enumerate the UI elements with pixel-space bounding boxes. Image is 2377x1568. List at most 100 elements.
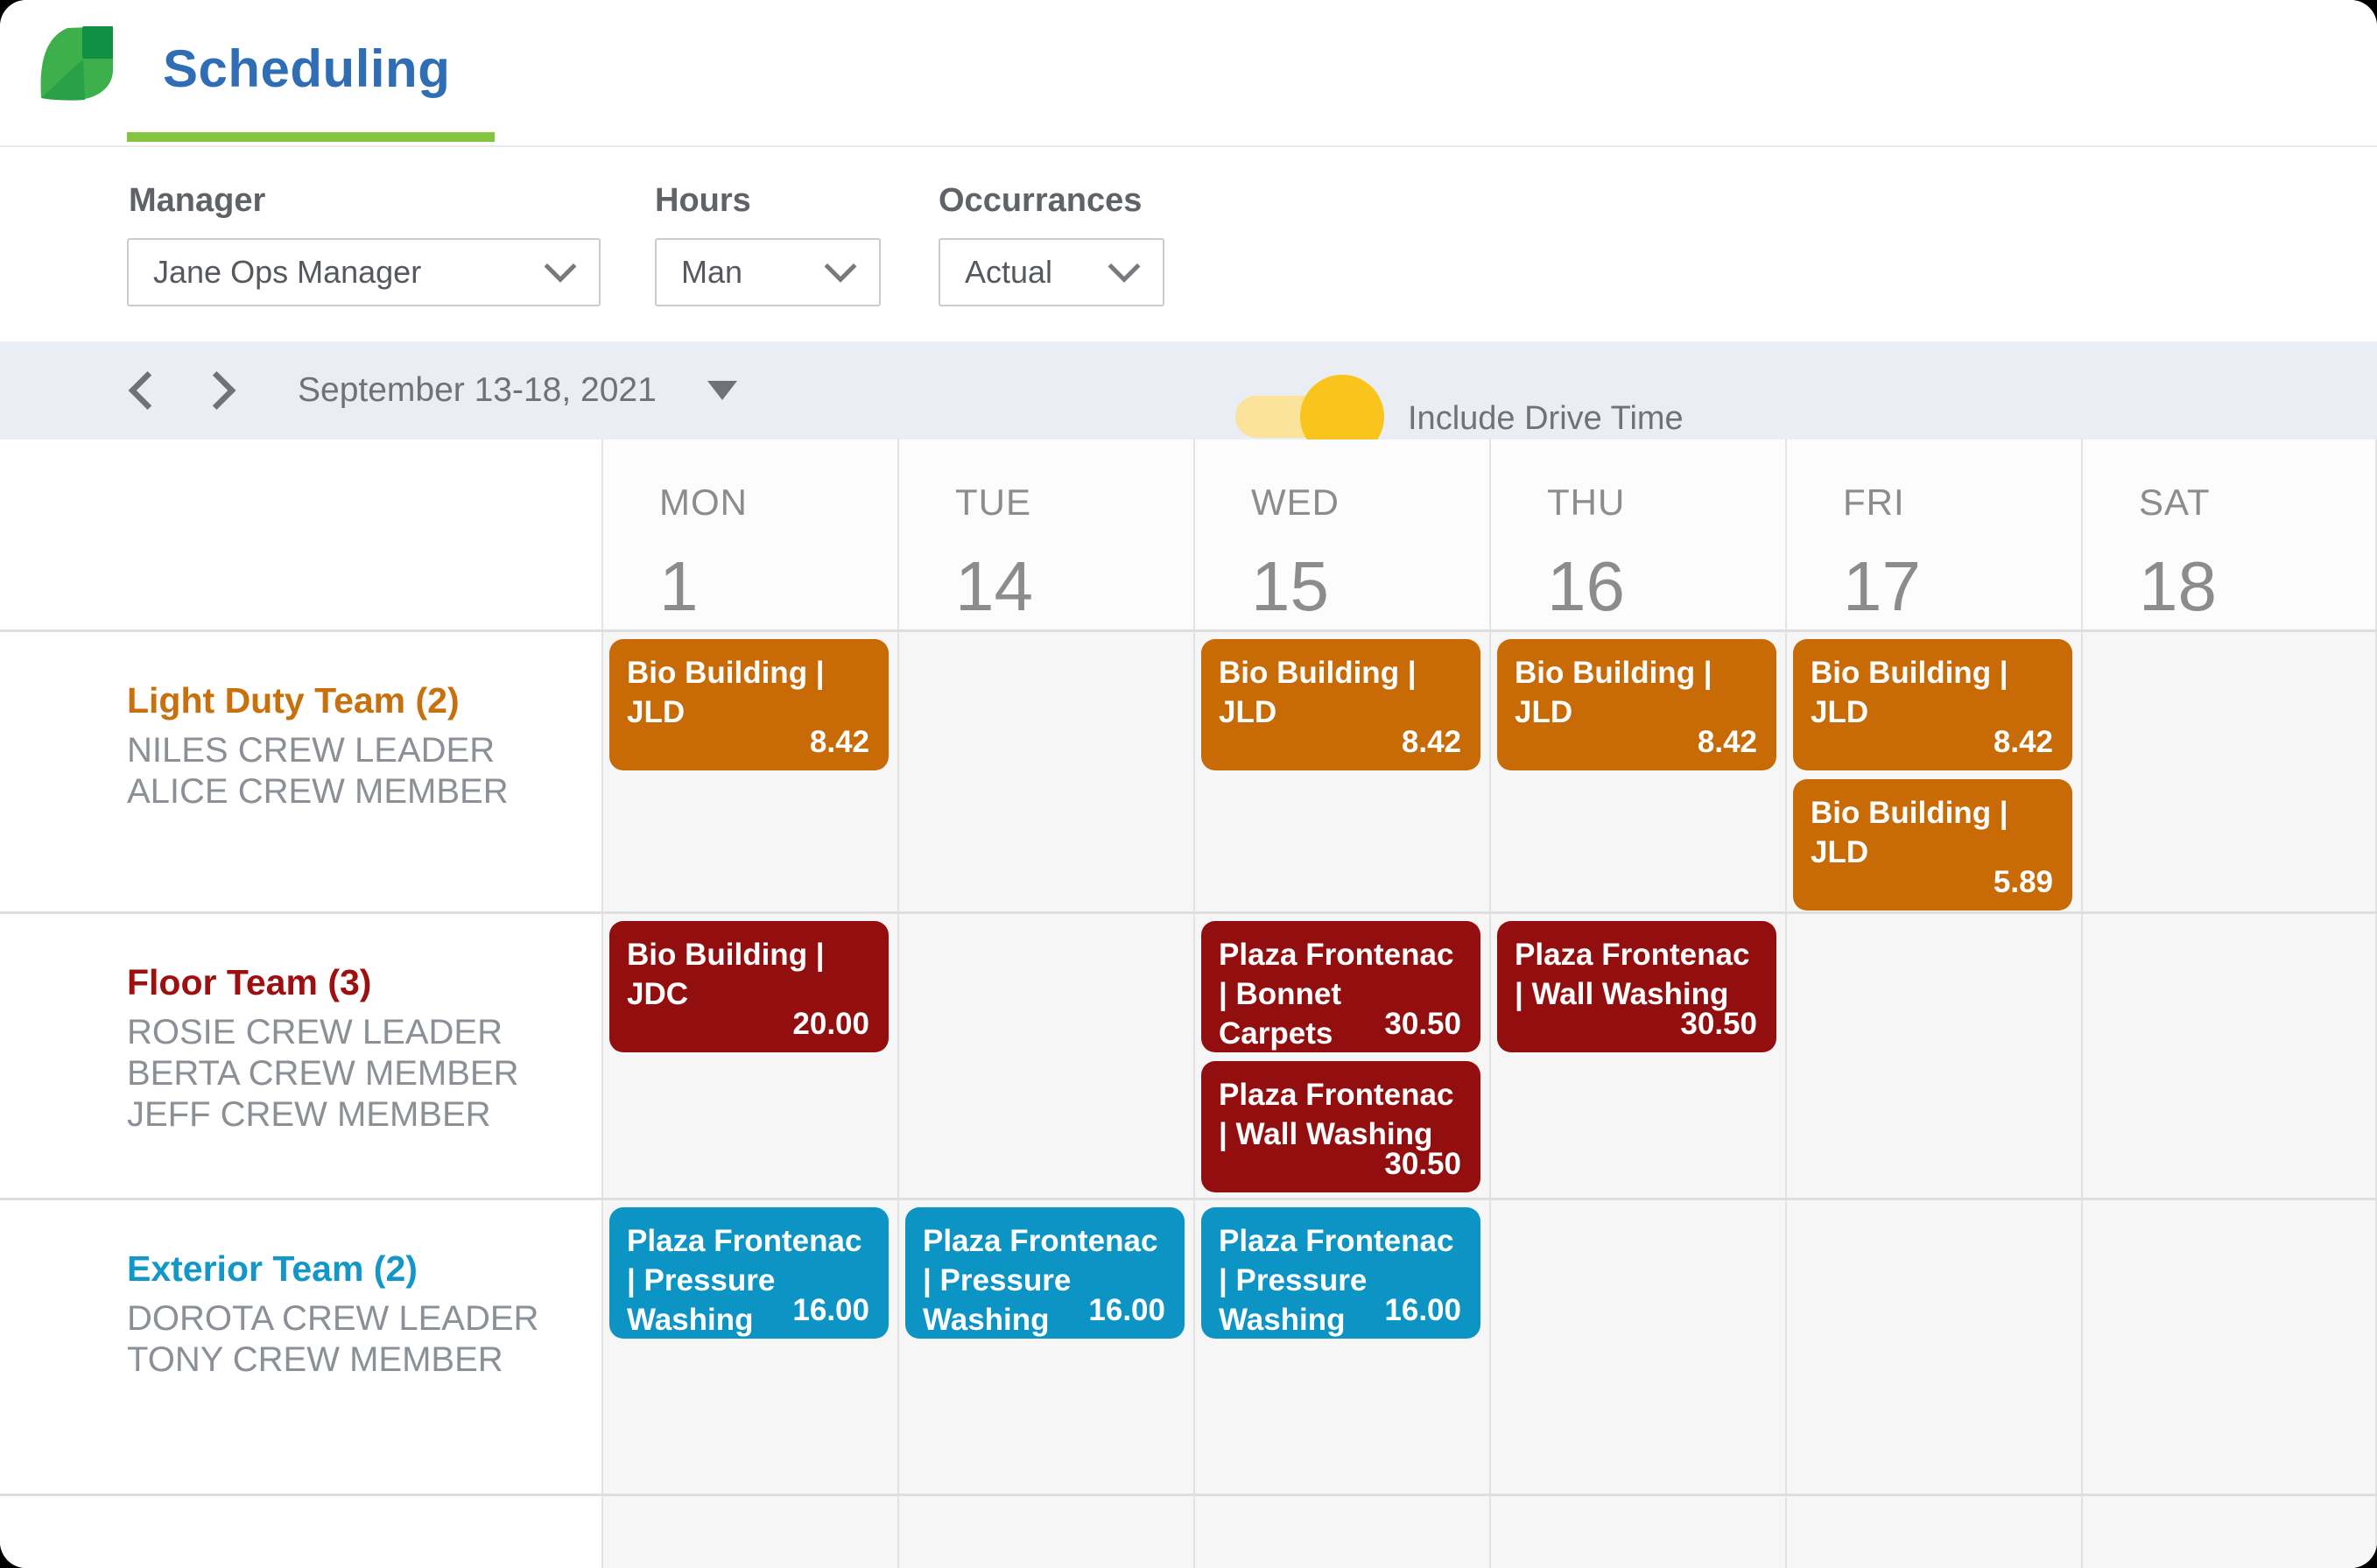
schedule-cell xyxy=(897,914,1193,1198)
occurrences-label: Occurrances xyxy=(939,182,1143,219)
event-title: Plaza Frontenac | Wall Washing xyxy=(1219,1078,1454,1151)
calendar-header-row: MON 1 TUE 14 WED 15 THU 16 FRI 17 SAT 18 xyxy=(0,439,2377,629)
team-row: Light Duty Team (2) NILES CREW LEADER ALIC… xyxy=(0,629,2377,911)
event-card[interactable]: Plaza Frontenac | Pressure Washing 16.00 xyxy=(609,1207,889,1339)
day-number: 18 xyxy=(2139,547,2217,625)
day-name: THU xyxy=(1547,482,1626,523)
event-title: Bio Building | JLD xyxy=(1811,656,2008,729)
schedule-cell: Bio Building | JLD 8.42 xyxy=(601,632,897,911)
next-week-button[interactable] xyxy=(203,370,243,411)
date-range-dropdown-icon[interactable] xyxy=(707,381,737,400)
event-title: Bio Building | JLD xyxy=(1515,656,1712,729)
day-header-fri: FRI 17 xyxy=(1785,439,2081,629)
filter-bar: Manager Jane Ops Manager Hours Man Occur… xyxy=(0,147,2377,459)
day-header-tue: TUE 14 xyxy=(897,439,1193,629)
hours-select-value: Man xyxy=(681,254,743,290)
chevron-down-icon xyxy=(824,263,857,283)
schedule-cell xyxy=(1193,1496,1489,1568)
event-card[interactable]: Plaza Frontenac | Wall Washing 30.50 xyxy=(1201,1061,1480,1192)
team-member: BERTA CREW MEMBER xyxy=(127,1054,519,1093)
event-card[interactable]: Plaza Frontenac | Bonnet Carpets 30.50 xyxy=(1201,921,1480,1052)
schedule-cell xyxy=(897,1496,1193,1568)
team-member: DOROTA CREW LEADER xyxy=(127,1299,539,1338)
day-number: 16 xyxy=(1547,547,1625,625)
schedule-cell xyxy=(2081,1496,2377,1568)
calendar-header-spacer xyxy=(0,439,601,629)
day-name: FRI xyxy=(1843,482,1905,523)
event-hours-value: 30.50 xyxy=(1384,1007,1461,1041)
event-title: Plaza Frontenac | Wall Washing xyxy=(1515,938,1750,1011)
active-tab-underline xyxy=(127,132,495,142)
event-hours-value: 30.50 xyxy=(1384,1147,1461,1181)
event-hours-value: 16.00 xyxy=(1384,1293,1461,1327)
schedule-cell: Bio Building | JLD 8.42 xyxy=(1489,632,1785,911)
app-header: Scheduling xyxy=(0,0,2377,147)
manager-select-value: Jane Ops Manager xyxy=(153,254,422,290)
app-window: Scheduling Manager Jane Ops Manager Hour… xyxy=(0,0,2377,1568)
event-title: Bio Building | JLD xyxy=(1219,656,1417,729)
schedule-cell xyxy=(601,1496,897,1568)
team-member: NILES CREW LEADER xyxy=(127,731,496,770)
day-number: 1 xyxy=(659,547,699,625)
occurrences-select[interactable]: Actual xyxy=(939,238,1164,306)
schedule-cell: Plaza Frontenac | Bonnet Carpets 30.50 Pla… xyxy=(1193,914,1489,1198)
previous-week-button[interactable] xyxy=(121,370,161,411)
schedule-cell xyxy=(1785,1200,2081,1494)
event-hours-value: 30.50 xyxy=(1680,1007,1757,1041)
team-label-cell: Floor Team (3) ROSIE CREW LEADER BERTA CRE… xyxy=(0,914,601,1198)
day-number: 15 xyxy=(1251,547,1329,625)
day-number: 17 xyxy=(1843,547,1921,625)
team-row: Floor Team (3) ROSIE CREW LEADER BERTA CRE… xyxy=(0,911,2377,1198)
schedule-cell xyxy=(2081,1200,2377,1494)
team-member: JEFF CREW MEMBER xyxy=(127,1095,491,1134)
chevron-down-icon xyxy=(1108,263,1141,283)
day-header-wed: WED 15 xyxy=(1193,439,1489,629)
team-label-cell: Exterior Team (2) DOROTA CREW LEADER TONY … xyxy=(0,1200,601,1494)
event-title: Bio Building | JLD xyxy=(1811,796,2008,869)
include-drive-time-toggle[interactable] xyxy=(1235,375,1384,459)
day-number: 14 xyxy=(955,547,1033,625)
day-header-sat: SAT 18 xyxy=(2081,439,2377,629)
schedule-cell: Bio Building | JLD 8.42 Bio Building | JLD… xyxy=(1785,632,2081,911)
hours-label: Hours xyxy=(655,182,751,219)
schedule-cell xyxy=(1785,914,2081,1198)
app-logo-leaf-icon xyxy=(40,26,113,101)
event-card[interactable]: Plaza Frontenac | Pressure Washing 16.00 xyxy=(1201,1207,1480,1339)
event-card[interactable]: Bio Building | JLD 8.42 xyxy=(1201,639,1480,770)
toggle-track xyxy=(1235,375,1384,459)
event-card[interactable]: Bio Building | JLD 8.42 xyxy=(1497,639,1776,770)
event-card[interactable]: Plaza Frontenac | Pressure Washing 16.00 xyxy=(905,1207,1185,1339)
event-card[interactable]: Plaza Frontenac | Wall Washing 30.50 xyxy=(1497,921,1776,1052)
schedule-calendar: MON 1 TUE 14 WED 15 THU 16 FRI 17 SAT 18 Light Duty… xyxy=(0,439,2377,1568)
team-name: Floor Team (3) xyxy=(127,962,372,1002)
manager-select[interactable]: Jane Ops Manager xyxy=(127,238,601,306)
schedule-cell: Plaza Frontenac | Wall Washing 30.50 xyxy=(1489,914,1785,1198)
day-header-mon: MON 1 xyxy=(601,439,897,629)
manager-label: Manager xyxy=(129,182,266,219)
schedule-cell xyxy=(2081,914,2377,1198)
occurrences-select-value: Actual xyxy=(965,254,1053,290)
calendar-empty-row xyxy=(0,1494,2377,1568)
day-name: SAT xyxy=(2139,482,2211,523)
schedule-cell: Plaza Frontenac | Pressure Washing 16.00 xyxy=(601,1200,897,1494)
event-card[interactable]: Bio Building | JDC 20.00 xyxy=(609,921,889,1052)
team-name: Exterior Team (2) xyxy=(127,1248,418,1289)
team-label-cell: Light Duty Team (2) NILES CREW LEADER ALIC… xyxy=(0,632,601,911)
event-card[interactable]: Bio Building | JLD 8.42 xyxy=(1793,639,2072,770)
date-range-label[interactable]: September 13-18, 2021 xyxy=(298,371,657,410)
team-member: TONY CREW MEMBER xyxy=(127,1340,503,1379)
schedule-cell: Plaza Frontenac | Pressure Washing 16.00 xyxy=(897,1200,1193,1494)
team-member: ALICE CREW MEMBER xyxy=(127,772,509,811)
empty-label-cell xyxy=(0,1496,601,1568)
event-hours-value: 8.42 xyxy=(809,725,869,759)
event-card[interactable]: Bio Building | JLD 5.89 xyxy=(1793,779,2072,911)
schedule-cell: Bio Building | JLD 8.42 xyxy=(1193,632,1489,911)
team-name: Light Duty Team (2) xyxy=(127,680,460,721)
event-card[interactable]: Bio Building | JLD 8.42 xyxy=(609,639,889,770)
event-hours-value: 16.00 xyxy=(792,1293,869,1327)
schedule-cell xyxy=(1785,1496,2081,1568)
page-title[interactable]: Scheduling xyxy=(163,39,450,99)
day-name: MON xyxy=(659,482,748,523)
hours-select[interactable]: Man xyxy=(655,238,881,306)
event-hours-value: 20.00 xyxy=(792,1007,869,1041)
